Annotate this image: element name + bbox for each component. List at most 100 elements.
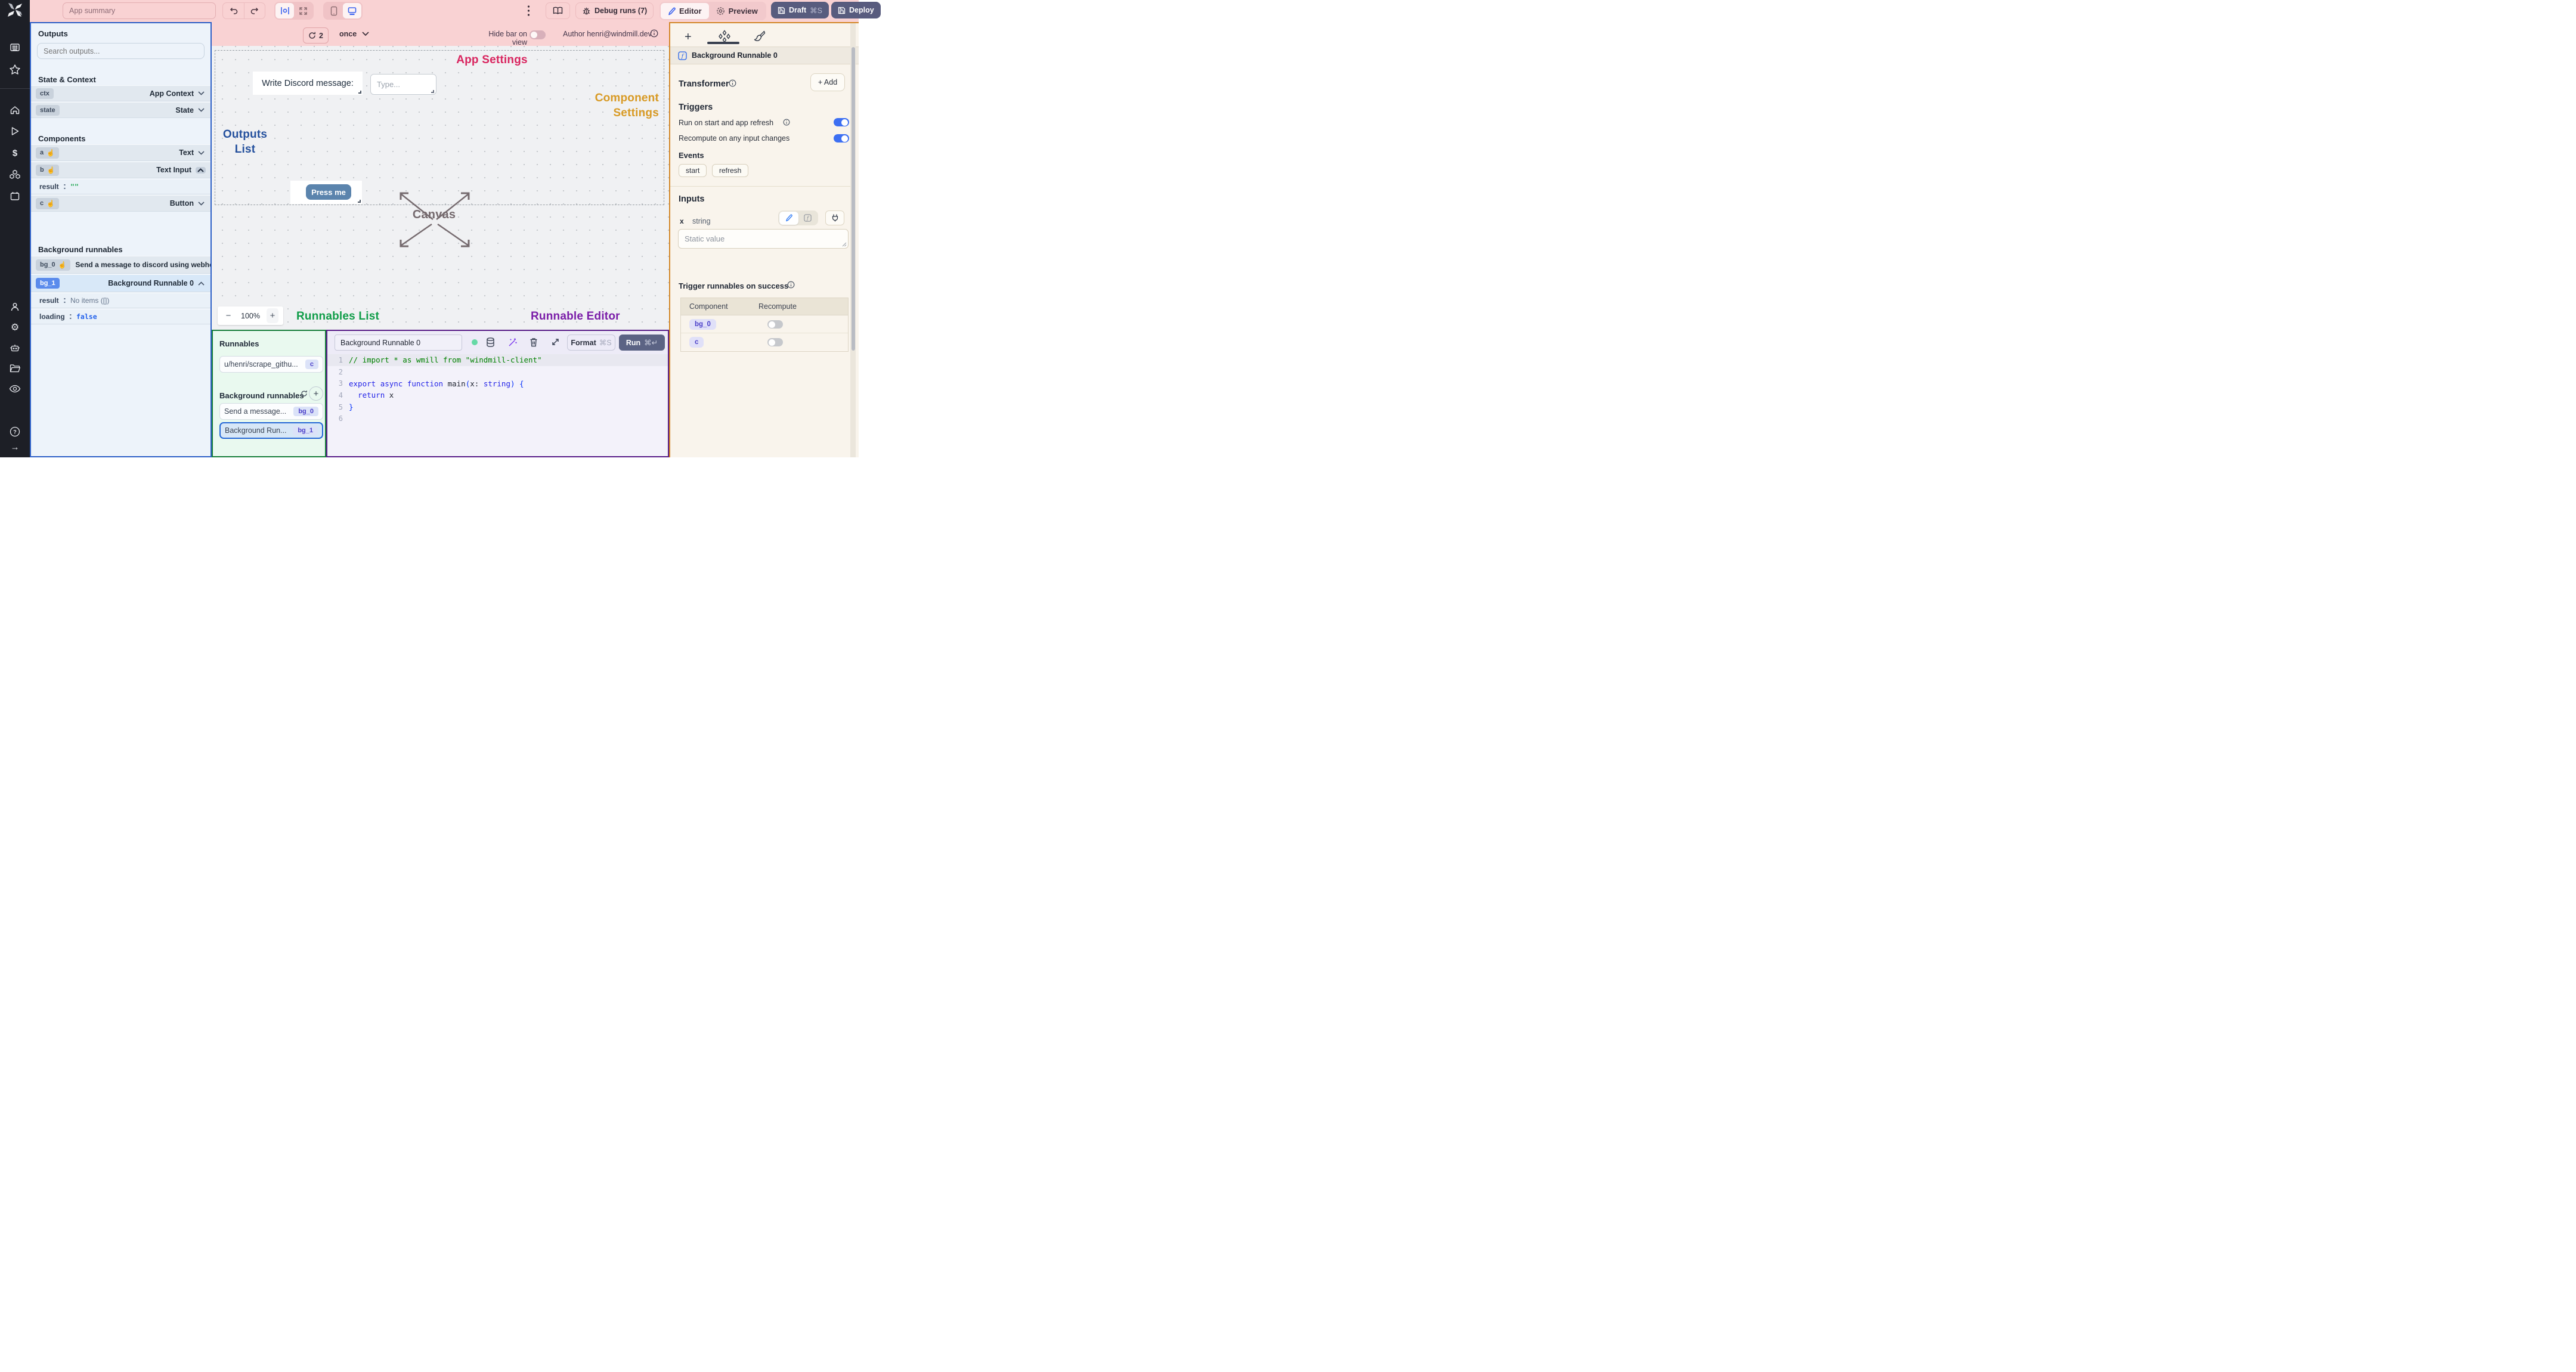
runnable-item-bg1-selected[interactable]: Background Run... bg_1 — [219, 422, 323, 439]
output-row-b[interactable]: b ☝ Text Input — [31, 162, 210, 178]
mobile-view-toggle[interactable] — [324, 3, 343, 18]
mobile-icon — [330, 6, 337, 16]
delete-trash-icon[interactable] — [530, 337, 538, 347]
user-icon[interactable] — [10, 302, 20, 312]
runnable-item-badge: bg_1 — [293, 426, 318, 435]
styling-tab[interactable] — [753, 30, 766, 42]
docs-button[interactable] — [546, 2, 570, 19]
draft-shortcut: ⌘S — [810, 6, 823, 15]
star-icon[interactable] — [10, 64, 21, 76]
output-row-ctx[interactable]: ctx App Context — [31, 85, 210, 101]
add-background-runnable-button[interactable]: + — [309, 386, 323, 401]
resize-handle[interactable] — [431, 90, 434, 93]
ai-wand-icon[interactable] — [508, 337, 518, 347]
windmill-logo-icon[interactable] — [7, 2, 23, 18]
info-icon[interactable] — [729, 79, 736, 87]
components-tab-active[interactable] — [718, 30, 731, 43]
search-outputs-input[interactable] — [37, 43, 205, 59]
resize-handle[interactable] — [358, 200, 361, 203]
chevron-up-icon[interactable] — [196, 166, 206, 174]
settings-gear-icon[interactable]: ⚙ — [11, 321, 19, 333]
more-menu-button[interactable] — [527, 5, 530, 17]
run-on-start-toggle[interactable] — [834, 118, 849, 126]
refresh-count-button[interactable]: 2 — [303, 27, 329, 44]
format-button[interactable]: Format ⌘S — [567, 335, 615, 351]
recompute-toggle[interactable] — [834, 134, 849, 143]
info-icon[interactable] — [650, 29, 658, 38]
text-component[interactable]: Write Discord message: — [253, 72, 363, 95]
static-mode-button-active[interactable] — [779, 211, 798, 225]
connect-input-button[interactable] — [825, 210, 844, 225]
help-icon[interactable]: ? — [10, 426, 21, 438]
selected-runnable-title: Background Runnable 0 — [692, 51, 778, 60]
schedules-calendar-icon[interactable] — [10, 191, 20, 202]
redo-button[interactable] — [244, 2, 265, 19]
input-x-type: string — [692, 217, 711, 225]
output-row-a[interactable]: a ☝ Text — [31, 144, 210, 161]
discord-message-input[interactable] — [370, 74, 436, 95]
chevron-down-icon[interactable] — [198, 201, 205, 206]
static-value-textarea[interactable]: Static value — [678, 229, 849, 249]
add-tab[interactable]: + — [685, 30, 692, 44]
centered-layout-toggle[interactable] — [275, 3, 294, 18]
audit-eye-icon[interactable] — [9, 385, 21, 393]
svg-text:f: f — [681, 53, 685, 60]
centered-layout-icon — [280, 7, 289, 14]
hide-bar-toggle[interactable] — [530, 30, 546, 39]
zoom-out-button[interactable]: − — [222, 311, 234, 321]
output-row-c[interactable]: c ☝ Button — [31, 195, 210, 212]
right-panel-scrollbar-thumb[interactable] — [851, 47, 855, 351]
output-row-bg1[interactable]: bg_1 Background Runnable 0 — [31, 274, 210, 292]
runnable-item-script[interactable]: u/henri/scrape_githu... c — [219, 356, 323, 373]
runnable-item-badge: c — [305, 360, 318, 369]
fullwidth-layout-toggle[interactable] — [294, 3, 312, 18]
cache-database-icon[interactable] — [486, 337, 495, 347]
desktop-view-toggle[interactable] — [343, 3, 361, 18]
app-summary-input[interactable] — [63, 2, 216, 19]
output-row-bg0[interactable]: bg_0 ☝ Send a message to discord using we… — [31, 256, 210, 274]
deploy-button[interactable]: Deploy — [831, 2, 881, 18]
runnable-name-input[interactable] — [335, 335, 462, 351]
run-button[interactable]: Run ⌘↵ — [619, 335, 665, 351]
pointer-hand-icon: ☝ — [47, 200, 55, 207]
home-icon[interactable] — [10, 105, 20, 116]
input-mode-group: f — [778, 210, 818, 225]
expand-sidebar-arrow-icon[interactable]: → — [11, 442, 20, 453]
resize-handle[interactable] — [358, 91, 361, 94]
folder-icon[interactable] — [10, 364, 21, 373]
draft-button[interactable]: Draft ⌘S — [771, 2, 829, 18]
variables-dollar-icon[interactable]: $ — [13, 148, 17, 159]
code-editor[interactable]: 1// import * as wmill from "windmill-cli… — [327, 354, 668, 456]
chevron-up-icon[interactable] — [198, 281, 205, 286]
zoom-in-button[interactable]: + — [266, 308, 278, 323]
press-me-button[interactable]: Press me — [306, 184, 351, 200]
component-settings-panel: + f Background Runnable 0 Transformer + … — [669, 22, 859, 457]
debug-runs-button[interactable]: Debug runs (7) — [575, 2, 654, 19]
recompute-toggle-c[interactable] — [767, 338, 783, 346]
switchboard-icon[interactable] — [10, 42, 20, 53]
tab-editor[interactable]: Editor — [661, 3, 709, 19]
runnable-item-bg0[interactable]: Send a message... bg_0 — [219, 403, 323, 420]
tab-preview[interactable]: Preview — [709, 3, 765, 19]
b-badge: b ☝ — [36, 164, 60, 176]
draft-label: Draft — [789, 6, 807, 14]
output-row-state[interactable]: state State — [31, 102, 210, 118]
resize-grip-icon[interactable] — [842, 242, 847, 247]
chevron-down-icon[interactable] — [198, 150, 205, 155]
run-mode-dropdown[interactable]: once — [339, 30, 369, 38]
diamond-cluster-icon — [719, 30, 730, 43]
eval-mode-button[interactable]: f — [798, 212, 818, 225]
recompute-toggle-bg0[interactable] — [767, 320, 783, 329]
expand-editor-icon[interactable] — [551, 337, 560, 346]
chevron-down-icon[interactable] — [198, 108, 205, 112]
refresh-small-icon — [301, 390, 308, 397]
outputs-list-label: Outputs List — [222, 128, 268, 156]
undo-button[interactable] — [222, 2, 244, 19]
resources-cubes-icon[interactable] — [10, 169, 21, 181]
workers-robot-icon[interactable] — [10, 343, 21, 354]
info-icon[interactable] — [787, 281, 795, 289]
add-transformer-button[interactable]: + Add — [810, 73, 845, 91]
runs-play-icon[interactable] — [10, 126, 20, 137]
chevron-down-icon[interactable] — [198, 91, 205, 95]
info-icon[interactable] — [783, 119, 790, 126]
